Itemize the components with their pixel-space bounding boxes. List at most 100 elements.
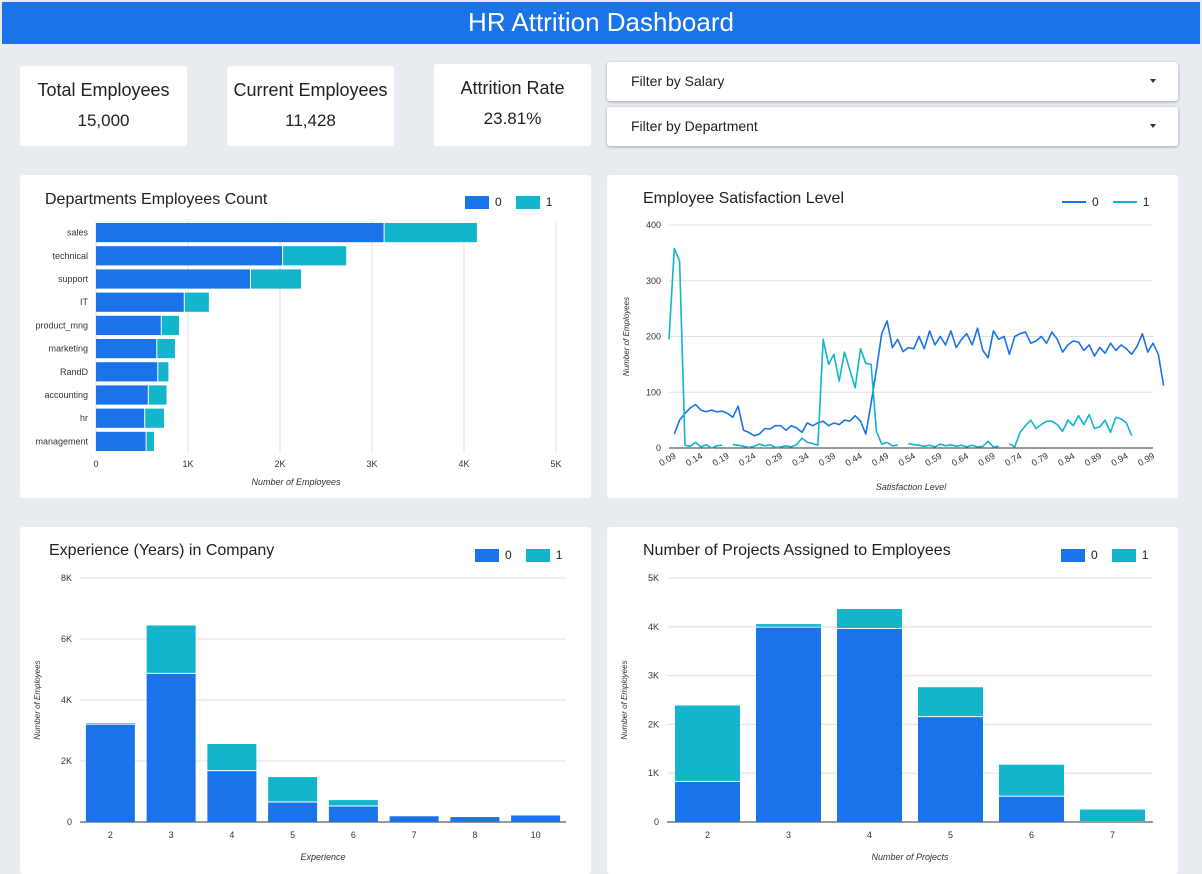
y-tick-label: 0 [656,443,661,453]
departments-chart-card: Departments Employees Count 0 1 0 1K 2K 3K 4… [20,175,591,498]
kpi-attrition-rate: Attrition Rate 23.81% [434,64,591,146]
bar-segment-1 [837,608,902,628]
y-tick-label: 0 [654,817,659,827]
x-tick-label: 0 [93,459,98,469]
bar-segment-0 [96,408,145,428]
departments-bar-chart: 0 1K 2K 3K 4K 5K sales technical support IT produc… [35,221,562,487]
bar-segment-1 [268,777,318,802]
kpi-label: Current Employees [233,80,388,100]
x-tick-label: 5 [290,830,295,840]
bar-segment-1 [161,315,179,335]
x-tick-label: 4 [229,830,234,840]
filter-label: Filter by Department [631,118,758,134]
x-axis-title: Number of Projects [871,852,949,862]
x-tick-label: 4K [458,459,469,469]
x-tick-label: 5 [948,830,953,840]
kpi-current-employees: Current Employees 11,428 [227,66,394,146]
x-tick-label: 3 [169,830,174,840]
y-category-label: product_mng [35,320,88,330]
y-tick-label: 0 [67,817,72,827]
x-tick-label: 5K [550,459,561,469]
x-tick-label: 0.54 [897,451,917,468]
y-tick-label: 4K [61,695,72,705]
kpi-label: Attrition Rate [460,78,565,98]
y-axis-title: Number of Employees [622,297,631,376]
x-tick-label: 7 [412,830,417,840]
bar-segment-1 [157,339,175,359]
x-tick-label: 6 [1029,830,1034,840]
x-tick-label: 0.94 [1109,451,1129,468]
x-tick-label: 3 [786,830,791,840]
y-axis-title: Number of Employees [620,660,629,739]
bar-segment-0 [96,339,157,359]
x-tick-label: 2 [108,830,113,840]
bar-segment-1 [384,223,477,243]
dropdown-caret-icon [1150,79,1156,83]
x-tick-label: 0.84 [1056,451,1076,468]
x-tick-label: 0.09 [657,451,677,468]
bar-segment-1 [85,723,135,724]
bar-segment-1 [158,362,169,382]
bar-segment-0 [96,292,184,312]
bar-segment-0 [268,802,318,822]
x-tick-label: 0.59 [923,451,943,468]
x-tick-label: 0.39 [817,451,837,468]
kpi-value: 11,428 [285,111,336,130]
bar-segment-1 [756,624,821,627]
x-tick-label: 0.89 [1083,451,1103,468]
bar-segment-1 [146,431,154,451]
department-filter-dropdown[interactable]: Filter by Department [607,107,1178,146]
bar-segment-1 [675,705,740,781]
x-tick-label: 0.79 [1030,451,1050,468]
bar-segment-1 [145,408,164,428]
y-category-label: support [58,274,89,284]
bar-segment-0 [96,223,384,243]
x-tick-label: 0.29 [764,451,784,468]
y-category-label: technical [52,251,88,261]
y-tick-label: 2K [61,756,72,766]
bar-segment-0 [96,269,251,289]
salary-filter-dropdown[interactable]: Filter by Salary [607,62,1178,101]
satisfaction-chart-card: Employee Satisfaction Level 0 1 0 100 200 3… [607,175,1178,498]
y-category-label: accounting [44,390,88,400]
bar-segment-1 [283,246,347,266]
x-axis-title: Satisfaction Level [876,482,948,492]
bar-segment-1 [146,625,196,673]
bar-segment-0 [511,815,561,822]
y-category-label: hr [80,413,88,423]
x-tick-label: 2K [274,459,285,469]
bar-segment-1 [207,744,257,771]
x-tick-label: 0.14 [684,451,704,468]
x-tick-label: 0.69 [977,451,997,468]
kpi-label: Total Employees [37,80,170,100]
projects-bar-chart: 0 1K 2K 3K 4K 5K 2 3 4 5 6 7 Number of Projects Numbe… [620,573,1153,862]
x-tick-label: 0.44 [844,451,864,468]
x-tick-label: 7 [1110,830,1115,840]
x-tick-label: 0.24 [737,451,757,468]
bar-segment-0 [918,717,983,822]
projects-chart-card: Number of Projects Assigned to Employees… [607,527,1178,874]
y-tick-label: 300 [646,276,661,286]
bar-segment-0 [96,362,158,382]
series-line-1 [668,247,1133,449]
x-tick-label: 3K [366,459,377,469]
kpi-total-employees: Total Employees 15,000 [20,66,187,146]
dashboard-header: HR Attrition Dashboard [2,2,1200,44]
y-tick-label: 6K [61,634,72,644]
bar-segment-0 [96,385,148,405]
x-tick-label: 8 [472,830,477,840]
y-tick-label: 8K [61,573,72,583]
dashboard-title: HR Attrition Dashboard [468,7,734,37]
y-tick-label: 100 [646,387,661,397]
x-tick-label: 0.64 [950,451,970,468]
bar-segment-0 [96,315,161,335]
bar-segment-1 [999,764,1064,796]
kpi-value: 15,000 [77,111,130,130]
bar-segment-0 [146,673,196,822]
y-tick-label: 400 [646,220,661,230]
bar-segment-0 [756,627,821,822]
x-tick-label: 1K [182,459,193,469]
y-category-label: management [35,436,88,446]
y-tick-label: 200 [646,332,661,342]
y-axis-title: Number of Employees [33,660,42,739]
